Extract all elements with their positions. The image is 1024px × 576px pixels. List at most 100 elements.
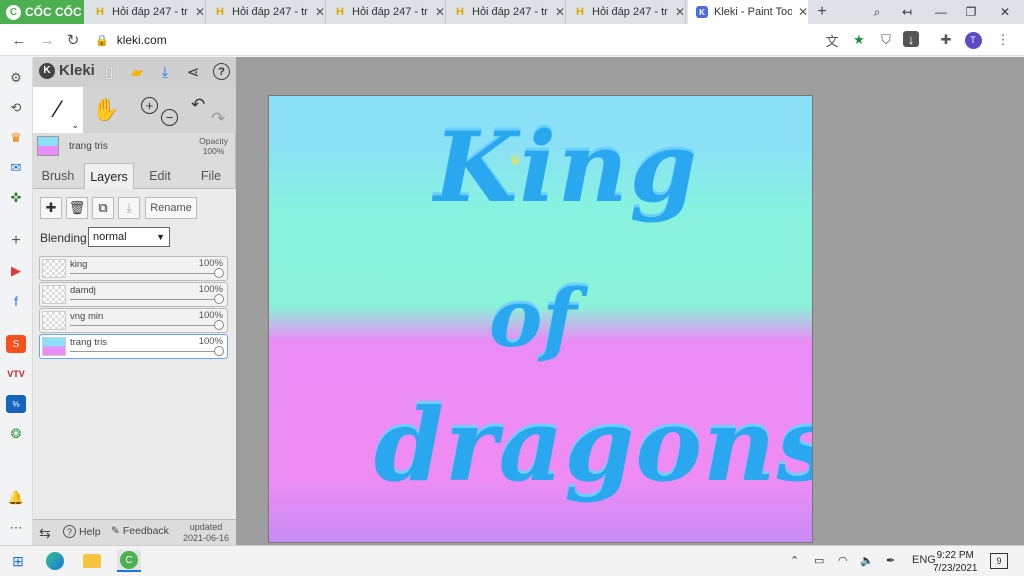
browser-tab-kleki[interactable]: K Kleki - Paint Too ✕ [688, 0, 808, 24]
coccoc-menu-button[interactable]: C CỐC CỐC [0, 0, 84, 24]
rename-button[interactable]: Rename [145, 197, 197, 219]
windows-start-icon[interactable]: ⊞ [6, 550, 30, 572]
zoom-in-icon[interactable]: + [141, 97, 158, 114]
minimize-button[interactable]: — [926, 0, 956, 24]
layer-item-selected[interactable]: trang tris 100% [39, 334, 228, 359]
shopee-icon[interactable]: S [6, 335, 26, 353]
tab-edit[interactable]: Edit [135, 163, 185, 189]
slider-knob[interactable] [214, 346, 224, 356]
forward-button[interactable]: → [36, 30, 58, 50]
layer-opacity-slider[interactable] [70, 325, 220, 326]
brush-tool-button[interactable]: ∕ ⌄ [33, 87, 83, 133]
feedback-button[interactable]: ✎ Feedback [111, 525, 169, 537]
translate-icon[interactable]: 文 [822, 31, 842, 49]
duplicate-layer-button[interactable]: ⧉ [92, 197, 114, 219]
layer-item[interactable]: king 100% [39, 256, 228, 281]
tab-layers[interactable]: Layers [84, 163, 134, 190]
reload-button[interactable]: ↻ [62, 30, 84, 50]
show-hidden-icons-icon[interactable]: ⌃ [790, 554, 799, 567]
edge-browser-button[interactable] [43, 550, 67, 572]
new-file-icon[interactable]: ▯ [99, 62, 119, 82]
layer-opacity-slider[interactable] [70, 299, 220, 300]
deal-icon[interactable]: % [6, 395, 26, 413]
browser-tab-4[interactable]: H Hỏi đáp 247 - tr ✕ [446, 0, 566, 24]
gear-icon[interactable]: ⚙ [6, 69, 26, 87]
help-icon[interactable]: ? [213, 63, 230, 80]
zoom-out-icon[interactable]: − [161, 109, 178, 126]
new-tab-button[interactable]: + [812, 0, 832, 24]
slider-knob[interactable] [214, 294, 224, 304]
drawing-canvas[interactable]: King ♛ of dragons [268, 95, 813, 543]
youtube-icon[interactable]: ▶ [6, 262, 26, 280]
tab-close-icon[interactable]: ✕ [315, 5, 325, 19]
tab-file[interactable]: File [186, 163, 236, 189]
clock[interactable]: 9:22 PM 7/23/2021 [933, 549, 978, 575]
slider-knob[interactable] [214, 320, 224, 330]
more-dots-icon[interactable]: ⋯ [6, 519, 26, 537]
restore-button[interactable]: ❐ [956, 0, 986, 24]
coccoc-taskbar-button[interactable]: C [117, 550, 141, 572]
share-icon[interactable]: ⋖ [183, 62, 203, 82]
add-icon[interactable]: + [6, 232, 26, 250]
hand-tool-icon[interactable]: ✋ [91, 95, 121, 125]
tab-title: Hỏi đáp 247 - tr [472, 6, 548, 18]
help-button[interactable]: ? Help [63, 525, 101, 538]
download-icon[interactable]: ↓ [903, 31, 919, 47]
tab-brush[interactable]: Brush [33, 163, 83, 189]
blending-select[interactable]: normal ▼ [88, 227, 170, 247]
close-window-button[interactable]: ✕ [990, 0, 1020, 24]
tab-close-icon[interactable]: ✕ [675, 5, 685, 19]
menu-dots-icon[interactable]: ⋮ [993, 31, 1013, 49]
bookmark-star-icon[interactable]: ★ [849, 31, 869, 49]
tab-close-icon[interactable]: ✕ [555, 5, 565, 19]
lock-icon: 🔒 [95, 34, 109, 47]
browser-tab-2[interactable]: H Hỏi đáp 247 - tr ✕ [206, 0, 326, 24]
tab-search-icon[interactable]: ⌕ [862, 0, 892, 24]
updated-info[interactable]: updated 2021-06-16 [183, 522, 229, 544]
layer-item[interactable]: vng min 100% [39, 308, 228, 333]
current-layer-opacity[interactable]: Opacity 100% [199, 136, 228, 156]
merge-down-button[interactable]: ⤓ [118, 197, 140, 219]
vtv-icon[interactable]: VTV [6, 365, 26, 383]
kleki-logo[interactable]: K Kleki [39, 62, 95, 79]
messenger-icon[interactable]: ✉ [6, 159, 26, 177]
back-arrow-icon[interactable]: ↤ [892, 0, 922, 24]
redo-icon[interactable]: ↷ [211, 109, 225, 129]
swap-sides-icon[interactable]: ⇆ [39, 525, 51, 542]
add-layer-button[interactable]: ✚ [40, 197, 62, 219]
browser-tab-5[interactable]: H Hỏi đáp 247 - tr ✕ [566, 0, 686, 24]
layer-thumbnail [42, 311, 66, 330]
tab-close-icon[interactable]: ✕ [195, 5, 205, 19]
profile-button[interactable]: T [963, 31, 983, 49]
crown-icon[interactable]: ♛ [6, 129, 26, 147]
delete-layer-button[interactable]: 🗑 [66, 197, 88, 219]
layer-opacity-slider[interactable] [70, 351, 220, 352]
hoidap-favicon-icon: H [336, 6, 344, 18]
browser-tab-3[interactable]: H Hỏi đáp 247 - tr ✕ [326, 0, 446, 24]
folder-open-icon[interactable]: ▰ [127, 62, 147, 82]
notification-center-button[interactable]: 9 [990, 553, 1008, 569]
game-controller-icon[interactable]: ✜ [6, 189, 26, 207]
file-explorer-button[interactable] [80, 550, 104, 572]
url-field[interactable]: 🔒 kleki.com [95, 29, 815, 51]
shield-icon[interactable]: ⛉ [876, 31, 896, 49]
download-icon[interactable]: ⤓ [155, 62, 175, 82]
wifi-icon[interactable]: ◠ [838, 554, 848, 567]
canvas-area[interactable]: King ♛ of dragons [236, 57, 1024, 545]
facebook-icon[interactable]: f [6, 292, 26, 310]
browser-tab-1[interactable]: H Hỏi đáp 247 - tr ✕ [86, 0, 206, 24]
pen-icon[interactable]: ✒ [886, 554, 895, 567]
layer-opacity-slider[interactable] [70, 273, 220, 274]
tab-close-icon[interactable]: ✕ [798, 5, 808, 19]
tab-close-icon[interactable]: ✕ [435, 5, 445, 19]
undo-icon[interactable]: ↶ [191, 95, 205, 115]
bell-icon[interactable]: 🔔 [6, 489, 26, 507]
volume-icon[interactable]: 🔈 [860, 554, 874, 567]
layer-item[interactable]: damdj 100% [39, 282, 228, 307]
slider-knob[interactable] [214, 268, 224, 278]
palette-icon[interactable]: ❂ [6, 425, 26, 443]
history-icon[interactable]: ⟲ [6, 99, 26, 117]
back-button[interactable]: ← [8, 30, 30, 50]
extensions-icon[interactable]: ✚ [936, 31, 956, 49]
battery-icon[interactable]: ▭ [814, 554, 824, 567]
